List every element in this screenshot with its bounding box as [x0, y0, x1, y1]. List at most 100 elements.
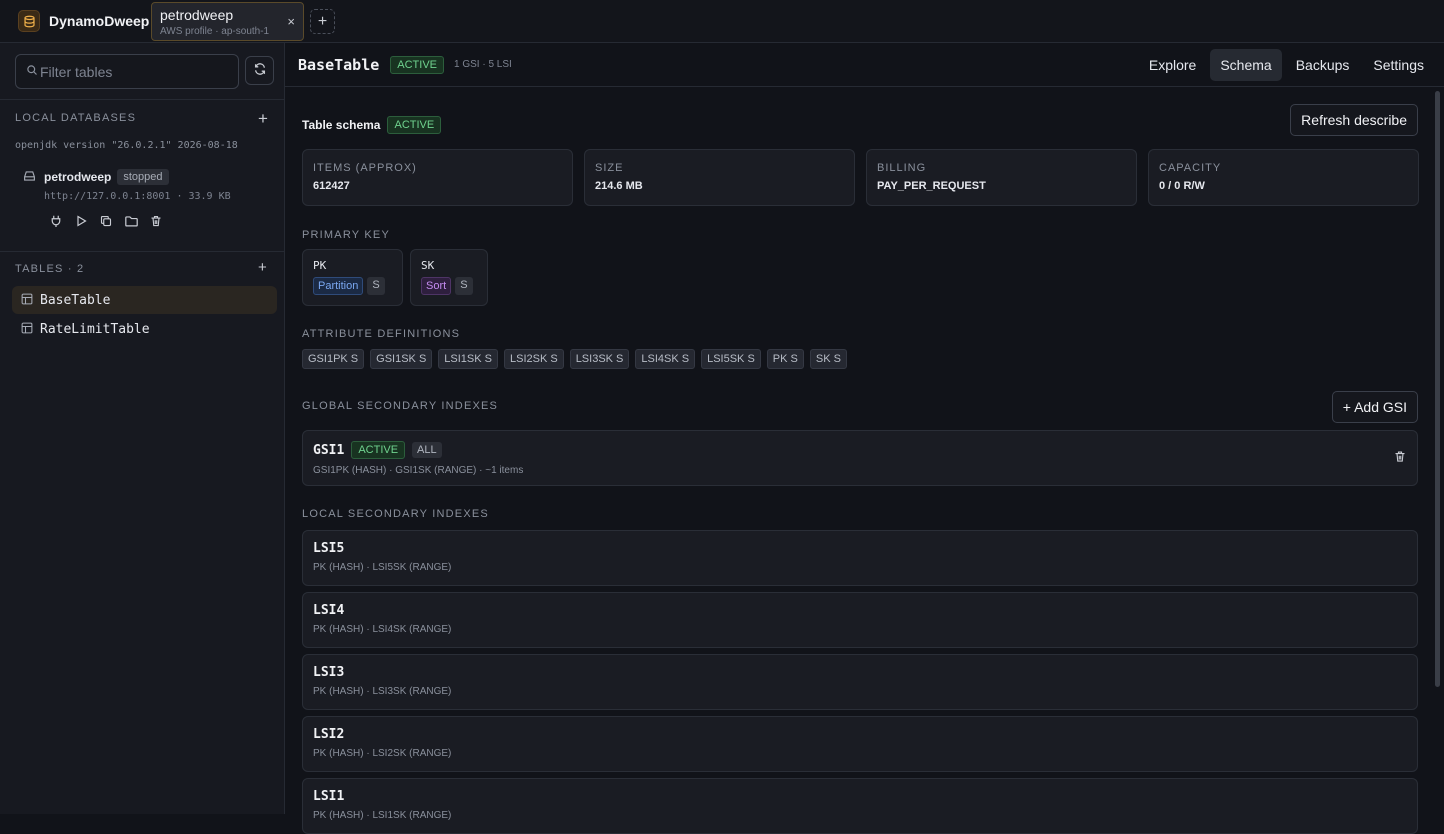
search-icon: [26, 64, 38, 79]
lsi-card: LSI5 PK (HASH) · LSI5SK (RANGE): [302, 530, 1418, 586]
folder-icon[interactable]: [123, 213, 139, 229]
index-description: PK (HASH) · LSI3SK (RANGE): [313, 686, 452, 697]
sidebar-divider: [0, 251, 285, 252]
index-name: LSI1: [313, 789, 345, 804]
key-card: SK Sort S: [410, 249, 488, 306]
sidebar-divider: [0, 99, 285, 100]
table-icon: [21, 293, 33, 308]
main-panel: BaseTable ACTIVE 1 GSI · 5 LSI Explore S…: [285, 43, 1444, 834]
stat-card: SIZE 214.6 MB: [584, 149, 855, 206]
tab-schema[interactable]: Schema: [1210, 49, 1282, 81]
stat-card: CAPACITY 0 / 0 R/W: [1148, 149, 1419, 206]
tab-settings[interactable]: Settings: [1363, 49, 1434, 81]
lsi-card: LSI2 PK (HASH) · LSI2SK (RANGE): [302, 716, 1418, 772]
status-badge: ACTIVE: [390, 55, 445, 74]
primary-key-heading: PRIMARY KEY: [302, 229, 390, 241]
connection-tab-name: petrodweep: [160, 7, 234, 23]
index-description: GSI1PK (HASH) · GSI1SK (RANGE) · ~1 item…: [313, 465, 524, 476]
add-gsi-button[interactable]: + Add GSI: [1331, 391, 1418, 423]
stat-value: 0 / 0 R/W: [1159, 180, 1205, 192]
table-label: RateLimitTable: [40, 321, 150, 337]
index-name: LSI3: [313, 665, 345, 680]
database-name: petrodweep: [44, 170, 112, 184]
copy-icon[interactable]: [98, 213, 114, 229]
index-description: PK (HASH) · LSI2SK (RANGE): [313, 748, 452, 759]
attribute-chip: LSI4SK S: [635, 349, 696, 369]
attribute-chip: PK S: [766, 349, 804, 369]
index-summary: 1 GSI · 5 LSI: [454, 59, 512, 70]
key-card: PK Partition S: [302, 249, 403, 306]
stat-card: ITEMS (APPROX) 612427: [302, 149, 573, 206]
play-icon[interactable]: [73, 213, 89, 229]
projection-badge: ALL: [412, 442, 442, 458]
attribute-chip: LSI1SK S: [438, 349, 498, 369]
add-tab-button[interactable]: +: [310, 9, 335, 34]
key-name: PK: [313, 259, 327, 272]
sidebar: LOCAL DATABASES + openjdk version "26.0.…: [0, 43, 285, 814]
status-badge: ACTIVE: [387, 116, 442, 134]
trash-icon[interactable]: [148, 213, 164, 229]
top-bar: DynamoDweep petrodweep AWS profile · ap-…: [0, 0, 1444, 43]
gsi-card: GSI1 ACTIVE ALL GSI1PK (HASH) · GSI1SK (…: [302, 430, 1418, 486]
gsi-heading: GLOBAL SECONDARY INDEXES: [302, 400, 499, 412]
stat-label: CAPACITY: [1159, 162, 1222, 174]
lsi-card: LSI4 PK (HASH) · LSI4SK (RANGE): [302, 592, 1418, 648]
attribute-chip: LSI3SK S: [569, 349, 630, 369]
database-url: http://127.0.0.1:8001 · 33.9 KB: [44, 191, 231, 202]
database-actions: [48, 213, 231, 229]
status-badge: stopped: [117, 169, 169, 185]
schema-header: Table schema ACTIVE: [302, 109, 1418, 141]
drive-icon: [23, 170, 36, 185]
key-type-badge: S: [455, 277, 473, 295]
local-databases-heading: LOCAL DATABASES: [15, 112, 137, 124]
sidebar-item-basetable[interactable]: BaseTable: [12, 286, 277, 314]
attribute-chip: LSI5SK S: [701, 349, 761, 369]
scrollbar[interactable]: [1435, 91, 1440, 687]
connection-tab-subtitle: AWS profile · ap-south-1: [160, 26, 270, 37]
stat-label: ITEMS (APPROX): [313, 162, 417, 174]
table-icon: [21, 322, 33, 337]
table-label: BaseTable: [40, 292, 111, 308]
tab-explore[interactable]: Explore: [1139, 49, 1206, 81]
index-name: LSI5: [313, 541, 345, 556]
database-entry[interactable]: petrodweep stopped http://127.0.0.1:8001…: [23, 169, 231, 229]
attribute-chip: GSI1PK S: [302, 349, 365, 369]
trash-icon[interactable]: [1394, 450, 1406, 466]
schema-label: Table schema: [302, 118, 381, 132]
lsi-heading: LOCAL SECONDARY INDEXES: [302, 508, 489, 520]
plug-icon[interactable]: [48, 213, 64, 229]
key-role-badge: Sort: [421, 277, 452, 295]
attribute-chip: GSI1SK S: [370, 349, 433, 369]
index-name: LSI2: [313, 727, 345, 742]
attribute-list: GSI1PK S GSI1SK S LSI1SK S LSI2SK S LSI3…: [302, 349, 847, 369]
view-tabs: Explore Schema Backups Settings: [1139, 49, 1434, 81]
index-description: PK (HASH) · LSI4SK (RANGE): [313, 624, 452, 635]
app-title: DynamoDweep: [49, 13, 150, 29]
key-name: SK: [421, 259, 435, 272]
tables-heading: TABLES · 2: [15, 263, 85, 275]
index-description: PK (HASH) · LSI1SK (RANGE): [313, 810, 452, 821]
attribute-definitions-heading: ATTRIBUTE DEFINITIONS: [302, 328, 461, 340]
key-role-badge: Partition: [313, 277, 364, 295]
connection-tab[interactable]: petrodweep AWS profile · ap-south-1 ×: [151, 2, 304, 41]
refresh-tables-button[interactable]: [245, 56, 274, 85]
filter-tables-field[interactable]: [15, 54, 239, 89]
stat-label: BILLING: [877, 162, 927, 174]
sidebar-item-ratelimittable[interactable]: RateLimitTable: [12, 315, 277, 343]
index-description: PK (HASH) · LSI5SK (RANGE): [313, 562, 452, 573]
stat-value: 612427: [313, 180, 350, 192]
primary-key-list: PK Partition S SK Sort S: [302, 249, 488, 306]
table-stats: ITEMS (APPROX) 612427 SIZE 214.6 MB BILL…: [302, 149, 1419, 206]
stat-value: PAY_PER_REQUEST: [877, 180, 986, 192]
table-header: BaseTable ACTIVE 1 GSI · 5 LSI Explore S…: [285, 43, 1444, 87]
page-title: BaseTable: [298, 55, 380, 74]
tab-backups[interactable]: Backups: [1286, 49, 1360, 81]
add-table-button[interactable]: +: [258, 259, 267, 276]
close-icon[interactable]: ×: [287, 14, 295, 29]
add-database-button[interactable]: +: [258, 109, 268, 129]
filter-tables-input[interactable]: [40, 63, 230, 80]
key-type-badge: S: [367, 277, 385, 295]
lsi-card: LSI1 PK (HASH) · LSI1SK (RANGE): [302, 778, 1418, 834]
database-icon: [18, 10, 40, 32]
refresh-describe-button[interactable]: Refresh describe: [1290, 104, 1418, 136]
